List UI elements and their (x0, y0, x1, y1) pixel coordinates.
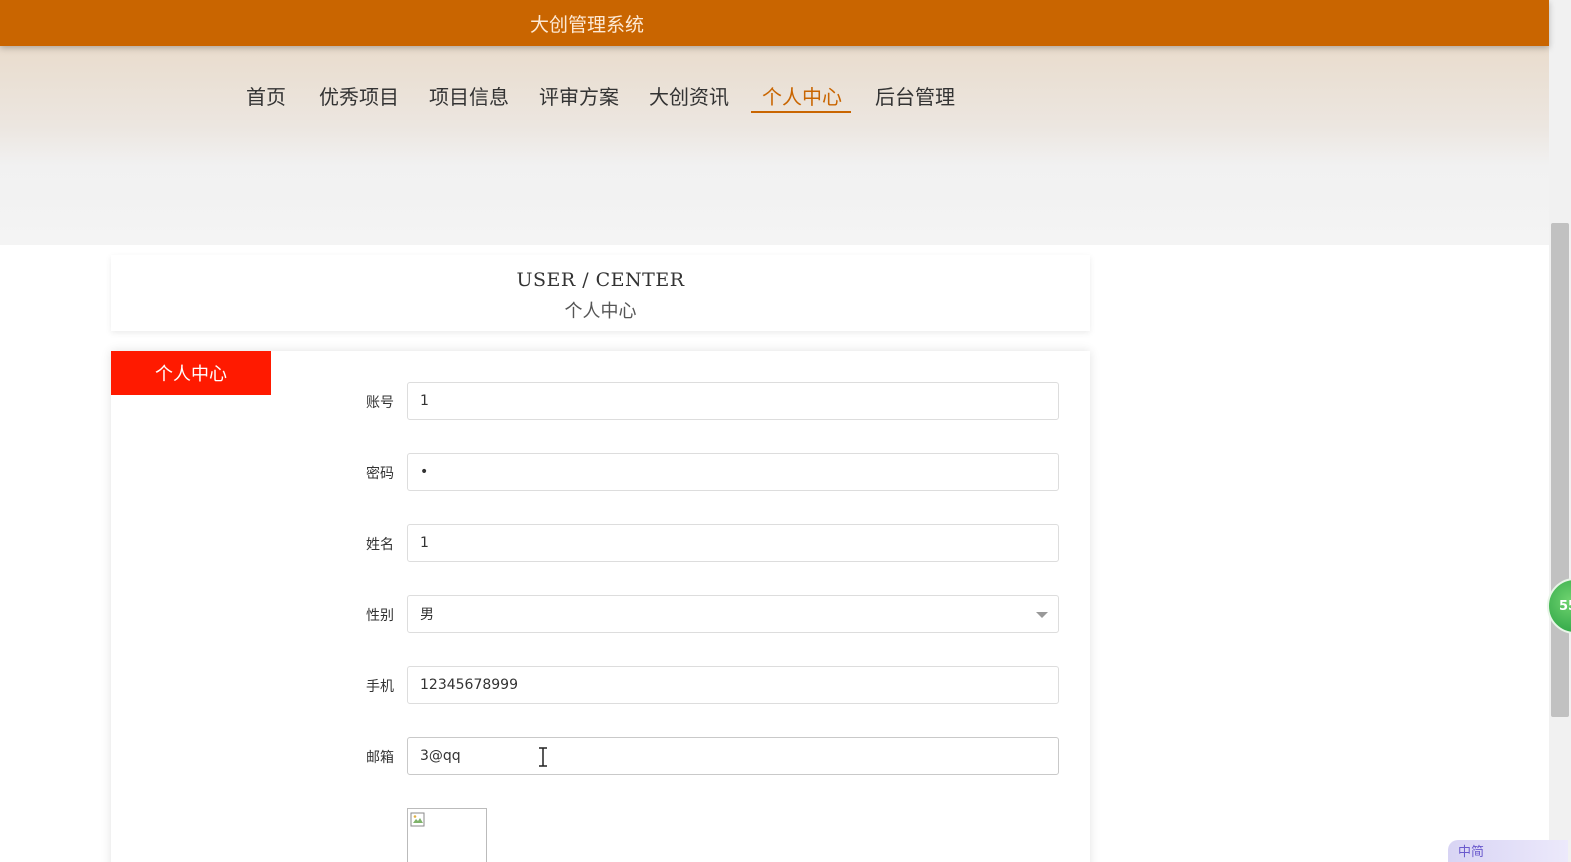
ime-widget[interactable]: 中简 (1448, 840, 1568, 862)
text-cursor-icon (539, 747, 547, 767)
nav-item-excellent-projects[interactable]: 优秀项目 (319, 81, 399, 110)
account-label: 账号 (366, 395, 394, 411)
password-label: 密码 (366, 466, 394, 482)
nav-item-admin[interactable]: 后台管理 (875, 81, 955, 110)
top-bar: 大创管理系统 (0, 0, 1549, 46)
account-input[interactable]: 1 (407, 382, 1059, 420)
nav-item-review-plan[interactable]: 评审方案 (539, 81, 619, 110)
gender-label: 性别 (366, 608, 394, 624)
nav-item-home[interactable]: 首页 (246, 81, 286, 110)
section-header: USER / CENTER 个人中心 (111, 255, 1090, 331)
scrollbar-thumb[interactable] (1551, 223, 1569, 717)
email-input[interactable]: 3@qq (407, 737, 1059, 775)
name-input[interactable]: 1 (407, 524, 1059, 562)
broken-image-icon (410, 812, 425, 827)
name-label: 姓名 (366, 537, 394, 553)
section-title-en: USER / CENTER (516, 269, 685, 291)
chevron-down-icon[interactable] (1036, 612, 1048, 618)
section-title-cn: 个人中心 (564, 301, 637, 322)
password-input[interactable]: • (407, 453, 1059, 491)
email-label: 邮箱 (366, 750, 394, 766)
nav-active-underline (751, 111, 851, 113)
sidebar-tab-user-center[interactable]: 个人中心 (111, 351, 271, 395)
app-title: 大创管理系统 (530, 14, 645, 36)
gender-selected-value: 男 (420, 607, 434, 623)
gender-select[interactable]: 男 (407, 595, 1059, 633)
phone-input[interactable]: 12345678999 (407, 666, 1059, 704)
phone-label: 手机 (366, 679, 394, 695)
nav-item-news[interactable]: 大创资讯 (649, 81, 729, 110)
nav-item-project-info[interactable]: 项目信息 (429, 81, 509, 110)
avatar-upload[interactable] (407, 808, 487, 862)
nav-item-user-center[interactable]: 个人中心 (762, 81, 842, 110)
nav-band (0, 46, 1549, 245)
